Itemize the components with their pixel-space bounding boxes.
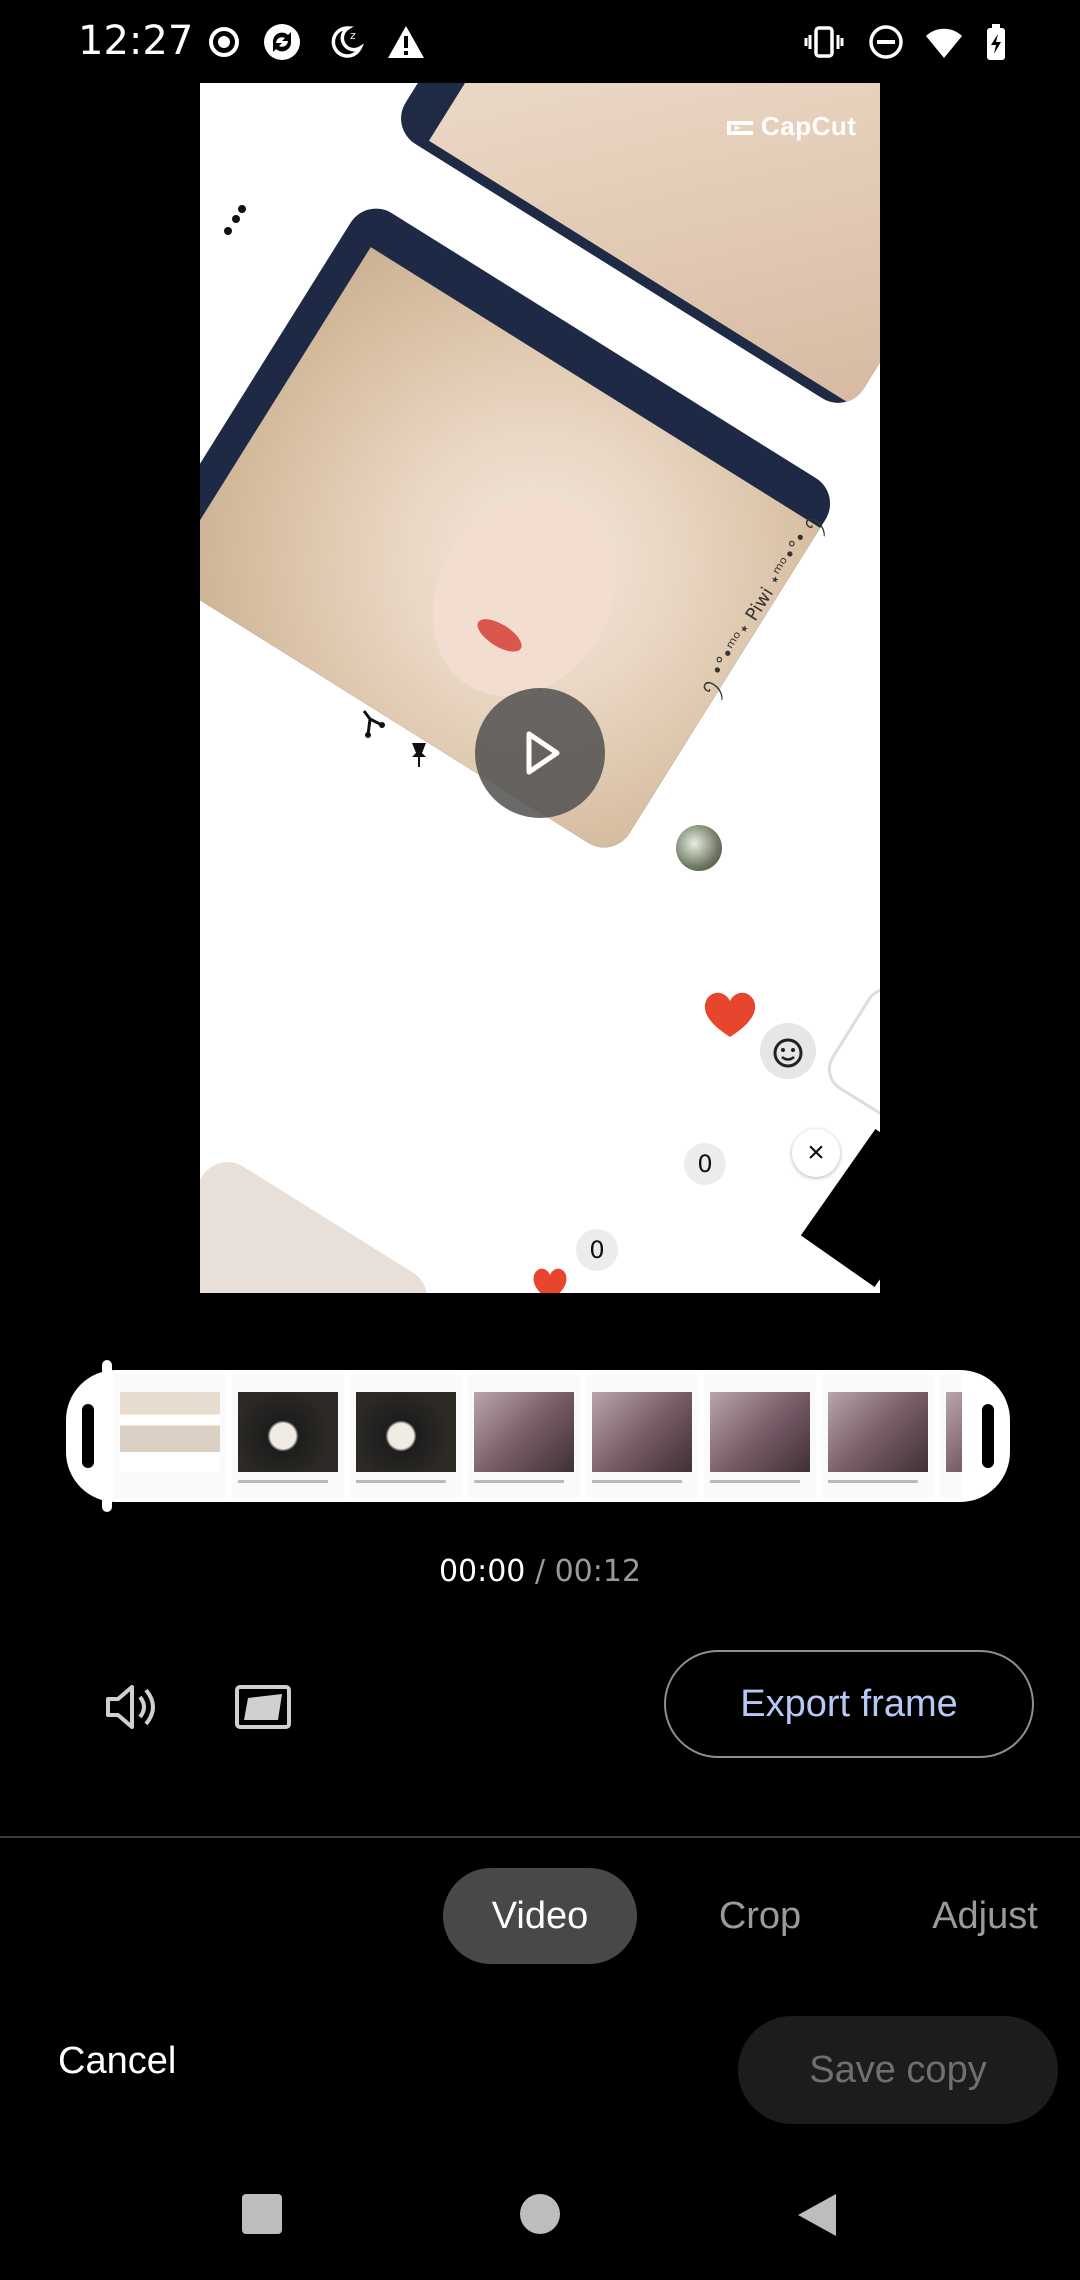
volume-icon[interactable] xyxy=(104,1682,160,1732)
play-button[interactable] xyxy=(475,688,605,818)
like-count-badge: 0 xyxy=(684,1143,726,1185)
tab-adjust[interactable]: Adjust xyxy=(900,1868,1070,1964)
timeline-frame xyxy=(940,1374,962,1498)
timeline-frame xyxy=(822,1374,934,1498)
tab-video[interactable]: Video xyxy=(443,1868,637,1964)
trim-handle-end[interactable] xyxy=(982,1404,994,1468)
current-time: 00:00 xyxy=(438,1554,526,1589)
trim-handle-start[interactable] xyxy=(82,1404,94,1468)
heart-icon xyxy=(704,992,756,1037)
recents-icon[interactable] xyxy=(242,2194,282,2234)
emoji-button[interactable] xyxy=(760,1023,816,1079)
export-frame-button[interactable]: Export frame xyxy=(664,1650,1034,1758)
tab-crop[interactable]: Crop xyxy=(680,1868,840,1964)
total-time: 00:12 xyxy=(554,1554,642,1589)
timeline-frame xyxy=(114,1374,226,1498)
pin-icon xyxy=(412,743,426,767)
timeline-frame xyxy=(586,1374,698,1498)
time-separator: / xyxy=(525,1554,555,1589)
like-count-badge: 0 xyxy=(576,1229,618,1271)
timeline-frame xyxy=(232,1374,344,1498)
save-copy-button[interactable]: Save copy xyxy=(738,2016,1058,2124)
avatar xyxy=(676,825,722,871)
timeline-frame xyxy=(350,1374,462,1498)
comment-card xyxy=(818,978,880,1144)
home-icon[interactable] xyxy=(520,2194,560,2234)
branch-icon xyxy=(362,710,385,738)
video-preview[interactable]: CapCut ꪆ •°•ᵐᵒ⋆ Piwi ⋆ᵐᵒ•°• ꪆ 0 × 0 xyxy=(200,83,880,1293)
divider xyxy=(0,1836,1080,1838)
playhead[interactable] xyxy=(102,1360,112,1512)
timeline-frame xyxy=(704,1374,816,1498)
timeline-frame xyxy=(468,1374,580,1498)
do-not-disturb-icon xyxy=(869,25,903,59)
back-icon[interactable] xyxy=(796,2192,838,2238)
smiley-icon xyxy=(773,1038,803,1068)
vibrate-icon xyxy=(804,26,844,58)
wifi-icon xyxy=(926,28,962,58)
status-bar: 12:27 z xyxy=(0,0,1080,84)
heart-icon xyxy=(533,1268,567,1293)
record-icon xyxy=(209,27,239,57)
timecode: 00:00 / 00:12 xyxy=(0,1554,1080,1589)
sync-icon xyxy=(264,24,300,60)
capcut-watermark: CapCut xyxy=(725,111,856,142)
warning-icon xyxy=(388,26,424,58)
svg-text:z: z xyxy=(350,29,356,42)
cancel-button[interactable]: Cancel xyxy=(58,2040,176,2083)
video-timeline[interactable] xyxy=(66,1370,1010,1502)
photo-card-bottom xyxy=(200,1150,439,1293)
aspect-ratio-icon[interactable] xyxy=(234,1684,292,1730)
capcut-logo-icon xyxy=(727,121,753,135)
do-not-disturb-moon-icon: z xyxy=(331,26,365,58)
battery-charging-icon xyxy=(987,24,1005,60)
close-icon[interactable]: × xyxy=(792,1129,840,1177)
dots-icon xyxy=(224,205,246,235)
status-time: 12:27 xyxy=(78,18,194,64)
timeline-frames xyxy=(114,1374,962,1498)
play-icon xyxy=(526,731,560,775)
